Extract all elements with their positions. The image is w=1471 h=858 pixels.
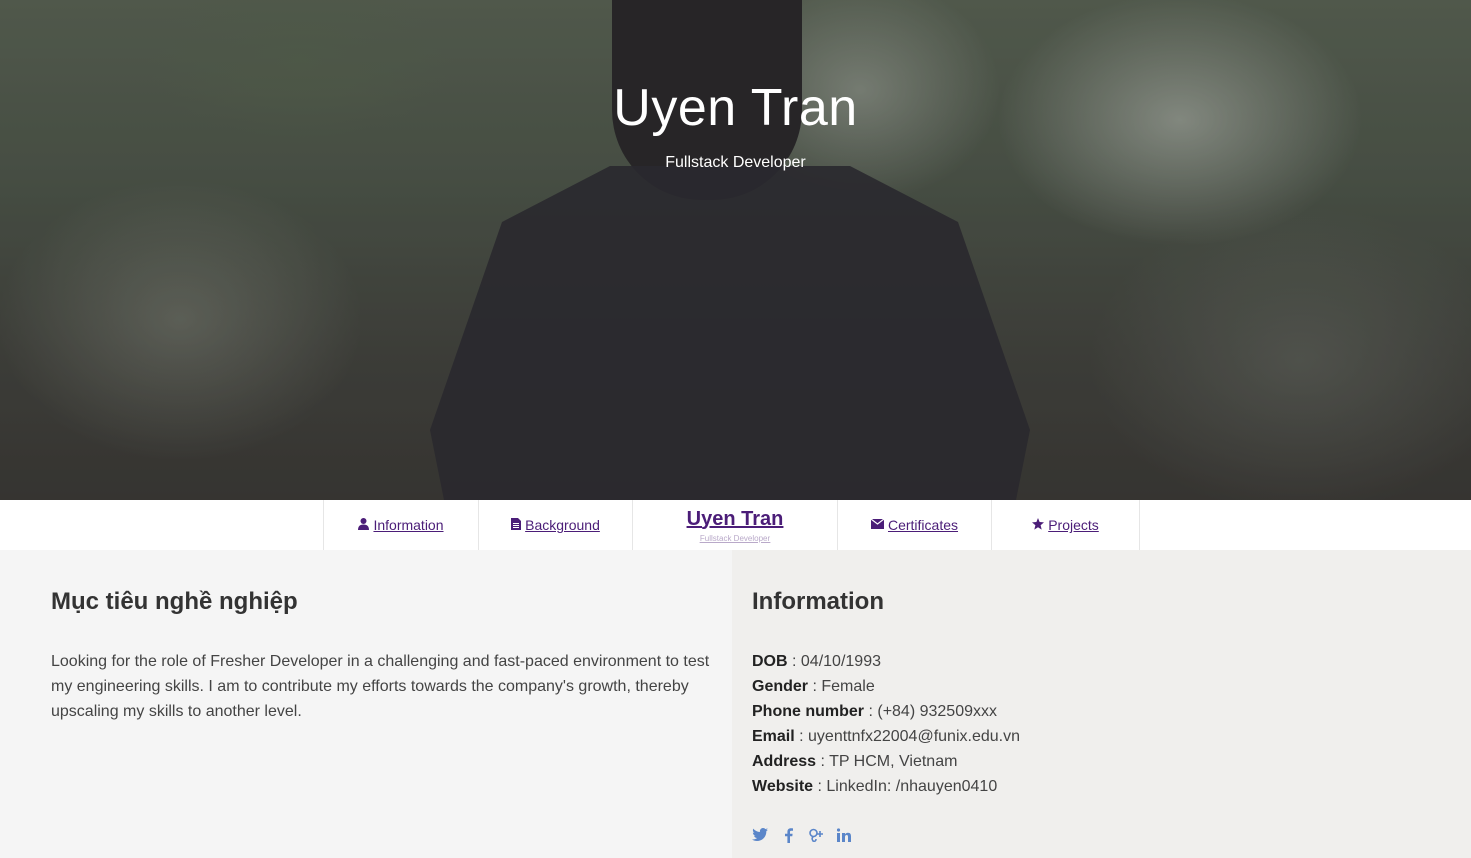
star-icon — [1032, 517, 1045, 533]
nav-item-label: Information — [373, 517, 444, 533]
twitter-icon[interactable] — [752, 828, 768, 848]
social-links — [752, 828, 852, 848]
information-title: Information — [752, 588, 884, 615]
file-icon — [511, 517, 522, 533]
info-row-gender: Gender : Female — [752, 678, 875, 695]
info-row-address: Address : TP HCM, Vietnam — [752, 753, 958, 770]
facebook-icon[interactable] — [780, 828, 796, 848]
nav-item-label: Projects — [1048, 517, 1099, 533]
user-icon — [358, 517, 370, 533]
info-value: Female — [821, 678, 875, 695]
info-value: TP HCM, Vietnam — [829, 753, 958, 770]
main-nav: Information Background Uyen Tran Fullsta… — [0, 500, 1471, 550]
info-label: Email — [752, 728, 795, 745]
info-label: Address — [752, 753, 817, 770]
info-row-dob: DOB : 04/10/1993 — [752, 653, 881, 670]
info-label: DOB — [752, 653, 788, 670]
info-label: Website — [752, 778, 814, 795]
linkedin-icon[interactable] — [836, 828, 852, 848]
information-section: Information DOB : 04/10/1993 Gender : Fe… — [732, 550, 1471, 858]
nav-item-certificates[interactable]: Certificates — [837, 500, 991, 550]
nav-item-label: Background — [525, 517, 600, 533]
info-value: uyenttnfx22004@funix.edu.vn — [808, 728, 1020, 745]
nav-item-background[interactable]: Background — [478, 500, 632, 550]
nav-item-information[interactable]: Information — [323, 500, 478, 550]
info-value: 04/10/1993 — [800, 653, 881, 670]
hero-title: Uyen Tran — [613, 79, 858, 137]
google-plus-icon[interactable] — [808, 828, 824, 848]
hero-banner: Uyen Tran Fullstack Developer — [0, 0, 1471, 500]
info-row-email: Email : uyenttnfx22004@funix.edu.vn — [752, 728, 1020, 745]
info-value: (+84) 932509xxx — [877, 703, 997, 720]
hero-overlay — [0, 0, 1471, 500]
information-list: DOB : 04/10/1993 Gender : Female Phone n… — [752, 649, 1020, 799]
objective-section: Mục tiêu nghề nghiệp Looking for the rol… — [0, 550, 732, 858]
info-label: Gender — [752, 678, 809, 695]
nav-brand[interactable]: Uyen Tran Fullstack Developer — [632, 500, 837, 550]
nav-brand-name: Uyen Tran — [686, 507, 784, 530]
info-row-phone: Phone number : (+84) 932509xxx — [752, 703, 997, 720]
nav-item-projects[interactable]: Projects — [991, 500, 1140, 550]
objective-title: Mục tiêu nghề nghiệp — [51, 588, 298, 615]
objective-text: Looking for the role of Fresher Develope… — [51, 653, 710, 720]
info-row-website: Website : LinkedIn: /nhauyen0410 — [752, 778, 998, 795]
envelope-icon — [870, 518, 885, 532]
nav-brand-subtitle: Fullstack Developer — [699, 533, 771, 543]
info-label: Phone number — [752, 703, 865, 720]
info-value: LinkedIn: /nhauyen0410 — [826, 778, 998, 795]
nav-item-label: Certificates — [887, 517, 959, 533]
hero-subtitle: Fullstack Developer — [665, 154, 806, 171]
